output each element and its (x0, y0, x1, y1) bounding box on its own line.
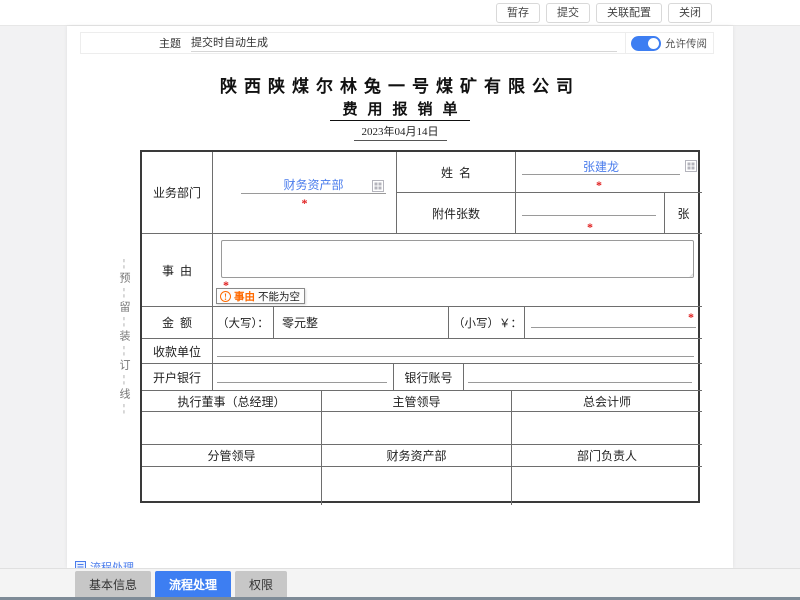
account-label: 银行账号 (394, 364, 464, 391)
form-date[interactable]: 2023年04月14日 (354, 123, 447, 141)
expense-form-table: 业务部门 财务资产部 * 姓名 张建龙 * 附件张数 * 张 事由 (140, 150, 700, 503)
name-value-link[interactable]: 张建龙 (583, 160, 619, 174)
save-draft-button[interactable]: 暂存 (496, 3, 540, 23)
bank-input[interactable] (217, 368, 387, 383)
reason-cell: * ! 事由 不能为空 (213, 234, 702, 307)
sig-cell-chief-accountant (512, 412, 702, 445)
form-panel: 主题 提交时自动生成 允许传阅 陕西陕煤尔林兔一号煤矿有限公司 费用报销单 20… (67, 26, 733, 568)
name-cell: 张建龙 * (516, 152, 702, 193)
bottom-tabbar: 基本信息 流程处理 权限 (0, 568, 800, 597)
dept-cell: 财务资产部 * (213, 152, 397, 234)
process-flow-link[interactable]: 流程处理 (75, 559, 134, 568)
sig-header-dept-head: 部门负责人 (512, 445, 702, 467)
dept-value-link[interactable]: 财务资产部 (283, 178, 343, 192)
sig-cell-dept-head (512, 467, 702, 505)
payee-input[interactable] (217, 342, 694, 357)
tab-permissions[interactable]: 权限 (235, 571, 287, 597)
reason-textarea[interactable] (221, 240, 694, 278)
dept-label: 业务部门 (142, 152, 213, 234)
top-toolbar: 暂存 提交 关联配置 关闭 (0, 0, 800, 26)
attach-cell: * (516, 193, 665, 234)
account-cell (464, 364, 702, 391)
reason-error-tooltip: ! 事由 不能为空 (216, 288, 305, 304)
tab-basic-info[interactable]: 基本信息 (75, 571, 151, 597)
attach-label: 附件张数 (397, 193, 516, 234)
sig-header-division-leader: 分管领导 (142, 445, 322, 467)
warning-icon: ! (220, 291, 231, 302)
error-field-name: 事由 (234, 289, 255, 304)
toggle-knob-icon (648, 38, 659, 49)
attach-input[interactable] (522, 199, 656, 216)
attach-required-mark: * (516, 222, 664, 232)
sig-header-supervisor: 主管领导 (322, 391, 512, 412)
submit-button[interactable]: 提交 (546, 3, 590, 23)
related-config-button[interactable]: 关联配置 (596, 3, 662, 23)
bank-cell (213, 364, 394, 391)
payee-label: 收款单位 (142, 339, 213, 364)
process-flow-icon (75, 561, 86, 568)
binding-line-text: ¦预¦留¦装¦订¦线¦ (114, 232, 132, 442)
sig-cell-director (142, 412, 322, 445)
reason-label: 事由 (142, 234, 213, 307)
amount-required-mark: * (688, 312, 694, 322)
error-message: 不能为空 (258, 289, 300, 304)
company-title: 陕西陕煤尔林兔一号煤矿有限公司 (110, 72, 690, 97)
sig-cell-division-leader (142, 467, 322, 505)
tab-process-handling[interactable]: 流程处理 (155, 571, 231, 597)
sig-cell-supervisor (322, 412, 512, 445)
close-button[interactable]: 关闭 (668, 3, 712, 23)
allow-share-label: 允许传阅 (665, 36, 707, 51)
dept-picker-icon[interactable] (372, 180, 384, 192)
payee-cell (213, 339, 702, 364)
amount-label: 金额 (142, 307, 213, 339)
allow-share-toggle[interactable] (631, 36, 661, 51)
amount-lower-label: （小写）￥： (449, 307, 525, 339)
allow-share-toggle-wrap: 允许传阅 (625, 32, 713, 54)
attach-unit-label: 张 (665, 193, 702, 234)
amount-lower-cell: * (525, 307, 702, 339)
amount-upper-label: （大写）： (213, 307, 274, 339)
amount-lower-input[interactable] (531, 313, 696, 328)
sig-cell-finance-dept (322, 467, 512, 505)
bank-label: 开户银行 (142, 364, 213, 391)
subject-label: 主题 (81, 35, 181, 51)
name-required-mark: * (516, 180, 682, 190)
process-flow-link-label: 流程处理 (90, 559, 134, 568)
account-input[interactable] (468, 368, 692, 383)
sig-header-finance-dept: 财务资产部 (322, 445, 512, 467)
sig-header-chief-accountant: 总会计师 (512, 391, 702, 412)
name-picker-icon[interactable] (685, 160, 697, 172)
subject-row: 主题 提交时自动生成 允许传阅 (80, 32, 714, 54)
sig-header-director: 执行董事（总经理） (142, 391, 322, 412)
name-label: 姓名 (397, 152, 516, 193)
form-title: 费用报销单 (330, 98, 469, 121)
dept-required-mark: * (213, 198, 396, 208)
subject-input[interactable]: 提交时自动生成 (191, 35, 617, 52)
amount-upper-value[interactable]: 零元整 (274, 307, 449, 339)
